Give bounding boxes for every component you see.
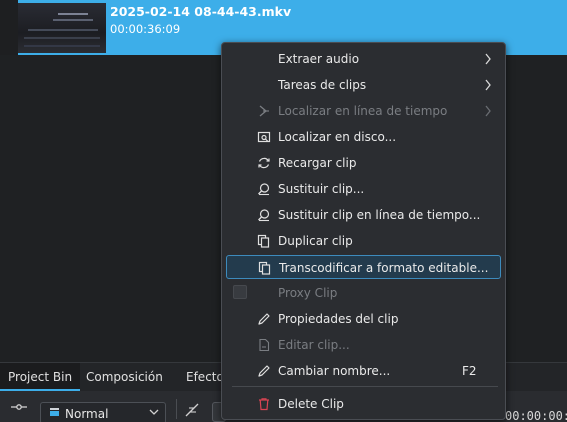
menu-item-label: Cambiar nombre... (278, 364, 391, 378)
menu-item-tareas-de-clips[interactable]: Tareas de clips (226, 73, 501, 97)
trash-icon (259, 398, 269, 411)
menu-item-label: Tareas de clips (278, 78, 367, 92)
proxy-checkbox (233, 285, 247, 299)
menu-item-proxy-clip: Proxy Clip (226, 281, 501, 305)
tab-composicion[interactable]: Composición (78, 363, 171, 391)
menu-item-propiedades[interactable]: Propiedades del clip (226, 307, 501, 331)
menu-item-label: Duplicar clip (278, 234, 353, 248)
menu-item-transcodificar[interactable]: Transcodificar a formato editable... (226, 255, 501, 279)
menu-item-shortcut: F2 (462, 364, 477, 378)
tab-project-bin[interactable]: Project Bin (0, 363, 81, 391)
menu-item-editar-clip: Editar clip... (226, 333, 501, 357)
menu-item-label: Editar clip... (278, 338, 350, 352)
document-edit-icon (259, 338, 270, 352)
clip-thumbnail (18, 3, 106, 53)
reload-icon (258, 157, 270, 169)
menu-item-extraer-audio[interactable]: Extraer audio (226, 47, 501, 71)
clip-name: 2025-02-14 08-44-43.mkv (110, 4, 292, 19)
menu-item-label: Sustituir clip... (278, 182, 365, 196)
clip-row-gutter (0, 0, 18, 55)
menu-item-localizar-disco[interactable]: Localizar en disco... (226, 125, 501, 149)
replace-icon (258, 183, 270, 196)
menu-item-recargar-clip[interactable]: Recargar clip (226, 151, 501, 175)
menu-item-label: Sustituir clip en línea de tiempo... (278, 208, 481, 222)
replace-icon (258, 209, 270, 222)
menu-item-localizar-timeline: Localizar en línea de tiempo (226, 99, 501, 123)
menu-item-label: Extraer audio (278, 52, 360, 66)
clip-duration: 00:00:36:09 (110, 22, 181, 36)
menu-item-label: Transcodificar a formato editable... (279, 261, 489, 275)
menu-item-label: Recargar clip (278, 156, 357, 170)
toolbar-separator (176, 399, 177, 419)
menu-item-label: Proxy Clip (278, 286, 338, 300)
menu-separator (232, 386, 498, 387)
menu-item-label: Localizar en línea de tiempo (278, 104, 448, 118)
menu-item-label: Delete Clip (278, 397, 344, 411)
menu-item-label: Localizar en disco... (278, 130, 397, 144)
composite-mode-combo[interactable]: Normal (40, 402, 166, 422)
menu-item-sustituir-clip[interactable]: Sustituir clip... (226, 177, 501, 201)
pencil-icon (258, 365, 270, 377)
chevron-right-icon (485, 105, 491, 117)
sliders-icon[interactable] (10, 403, 28, 417)
folder-locate-icon (257, 131, 271, 143)
menu-item-cambiar-nombre[interactable]: Cambiar nombre... F2 (226, 359, 501, 383)
menu-item-sustituir-en-timeline[interactable]: Sustituir clip en línea de tiempo... (226, 203, 501, 227)
menu-item-label: Propiedades del clip (278, 312, 399, 326)
project-bin-view: 2025-02-14 08-44-43.mkv 00:00:36:09 Proj… (0, 0, 567, 422)
menu-item-duplicar-clip[interactable]: Duplicar clip (226, 229, 501, 253)
effect-icon[interactable] (184, 402, 200, 418)
timecode-display: 00:00:00:0 (505, 409, 567, 422)
pencil-icon (258, 313, 270, 325)
chevron-right-icon (485, 79, 491, 91)
clip-context-menu: Extraer audio Tareas de clips Localizar … (221, 42, 506, 420)
chevron-down-icon (149, 409, 159, 415)
combo-value: Normal (65, 407, 109, 421)
menu-item-delete-clip[interactable]: Delete Clip (226, 392, 501, 416)
transcode-icon (258, 261, 271, 275)
chevron-right-icon (485, 53, 491, 65)
duplicate-icon (257, 234, 270, 248)
go-next-icon (259, 105, 269, 117)
layers-icon (50, 408, 59, 416)
